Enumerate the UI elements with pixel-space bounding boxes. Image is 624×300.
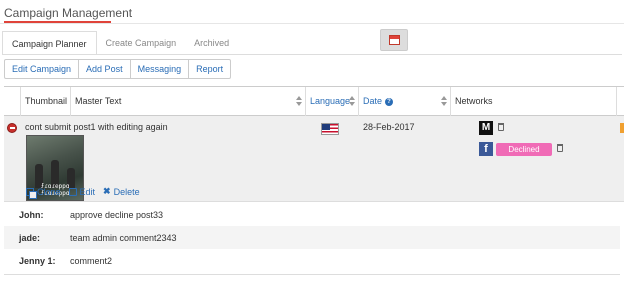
title-divider — [0, 23, 624, 24]
edit-icon — [68, 187, 77, 196]
tabs-divider — [2, 54, 622, 55]
action-toolbar: Edit Campaign Add Post Messaging Report — [4, 59, 232, 79]
header-select-column — [4, 87, 21, 116]
post-date: 28-Feb-2017 — [363, 122, 415, 132]
clone-link[interactable]: Clone — [26, 186, 61, 199]
messaging-button[interactable]: Messaging — [130, 59, 190, 79]
calendar-icon — [388, 35, 400, 45]
edit-label: Edit — [79, 186, 96, 197]
row-marker — [620, 123, 624, 133]
us-flag-icon — [321, 123, 339, 135]
trash-icon[interactable] — [557, 144, 563, 152]
page-title: Campaign Management — [4, 6, 133, 20]
master-text: cont submit post1 with editing again — [25, 122, 168, 132]
comment-text: team admin comment2343 — [70, 233, 177, 243]
add-post-button[interactable]: Add Post — [79, 59, 131, 79]
comment-user: jade: — [19, 233, 41, 243]
comment-text: comment2 — [70, 256, 113, 266]
comment-item: John: approve decline post33 — [4, 203, 620, 226]
comment-list: John: approve decline post33 jade: team … — [4, 203, 620, 272]
row-links: Clone Edit ✖ Delete — [26, 186, 140, 199]
header-date[interactable]: Date? — [359, 87, 451, 116]
header-language-label: Language — [310, 96, 351, 106]
clone-icon — [26, 187, 37, 199]
help-icon[interactable]: ? — [385, 97, 394, 106]
comment-user: John: — [19, 210, 44, 220]
status-badge: Declined — [496, 143, 552, 156]
comment-user: Jenny 1: — [19, 256, 56, 266]
table-header: Thumbnail Master Text Language Date? Net… — [4, 86, 624, 116]
header-thumbnail: Thumbnail — [21, 87, 71, 116]
edit-link[interactable]: Edit — [68, 186, 96, 197]
header-language[interactable]: Language — [306, 87, 359, 116]
facebook-icon: f — [479, 142, 493, 156]
posts-table: Thumbnail Master Text Language Date? Net… — [4, 86, 624, 202]
comment-item: jade: team admin comment2343 — [4, 226, 620, 249]
header-master-text[interactable]: Master Text — [71, 87, 306, 116]
delete-icon: ✖ — [103, 186, 111, 196]
header-date-label: Date — [363, 96, 383, 106]
medium-icon: M — [479, 121, 493, 135]
clone-label: Clone — [37, 186, 61, 197]
calendar-button[interactable] — [380, 29, 408, 51]
comment-text: approve decline post33 — [70, 210, 164, 220]
delete-link[interactable]: ✖ Delete — [103, 186, 140, 197]
header-master-text-label: Master Text — [75, 96, 122, 106]
table-bottom-divider — [4, 274, 620, 275]
tab-campaign-planner[interactable]: Campaign Planner — [2, 31, 97, 55]
report-button[interactable]: Report — [189, 59, 232, 79]
tab-archived[interactable]: Archived — [185, 31, 238, 55]
trash-icon[interactable] — [498, 123, 504, 131]
sort-icon[interactable] — [349, 96, 355, 106]
comment-item: Jenny 1: comment2 — [4, 249, 620, 272]
tab-bar: Campaign Planner Create Campaign Archive… — [2, 31, 238, 55]
header-networks: Networks — [451, 87, 617, 116]
remove-icon[interactable] — [7, 123, 17, 133]
delete-label: Delete — [113, 186, 140, 197]
sort-icon[interactable] — [441, 96, 447, 106]
edit-campaign-button[interactable]: Edit Campaign — [4, 59, 80, 79]
tab-create-campaign[interactable]: Create Campaign — [97, 31, 186, 55]
sort-icon[interactable] — [296, 96, 302, 106]
